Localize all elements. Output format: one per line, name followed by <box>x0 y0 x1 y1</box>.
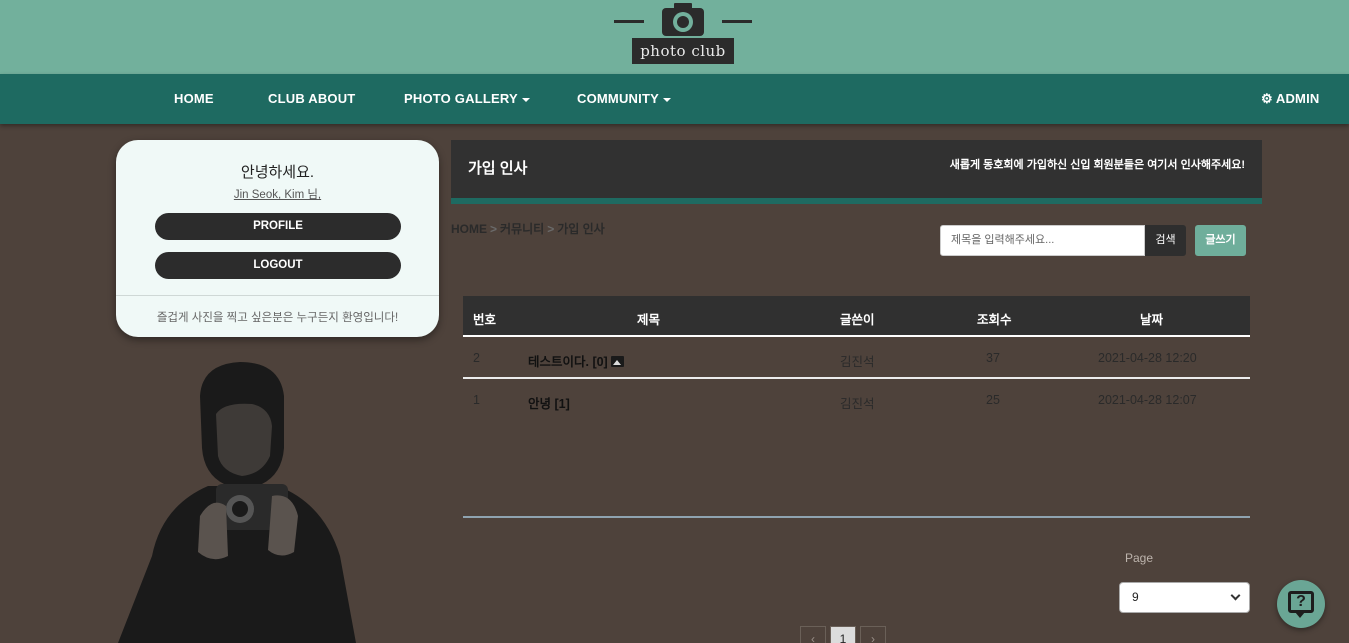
write-post-button[interactable]: 글쓰기 <box>1195 225 1246 256</box>
card-divider <box>116 295 439 296</box>
page-button-current[interactable]: 1 <box>830 626 856 643</box>
row-number: 1 <box>473 393 480 407</box>
row-date: 2021-04-28 12:07 <box>1098 393 1197 407</box>
page-header-underline <box>451 198 1262 204</box>
breadcrumb-home[interactable]: HOME <box>451 222 487 236</box>
chevron-right-icon: > <box>547 222 555 236</box>
photographer-illustration <box>118 362 356 643</box>
row-author: 김진석 <box>840 355 875 369</box>
page-size-select[interactable]: 9 <box>1119 582 1250 613</box>
prev-page-button[interactable]: ‹ <box>800 626 826 643</box>
caret-down-icon <box>662 97 671 102</box>
gear-icon: ⚙ <box>1261 91 1273 106</box>
row-views: 25 <box>986 393 1000 407</box>
nav-admin[interactable]: ⚙ ADMIN <box>1261 91 1319 107</box>
col-number: 번호 <box>473 313 497 327</box>
col-title: 제목 <box>637 313 661 327</box>
page-header: 가입 인사 새롭게 동호회에 가입하신 신입 회원분들은 여기서 인사해주세요! <box>451 140 1262 198</box>
help-chat-icon-tail <box>1295 612 1305 618</box>
image-icon <box>610 356 624 367</box>
nav-club-about[interactable]: CLUB ABOUT <box>268 91 355 106</box>
nav-community-label: COMMUNITY <box>577 91 659 106</box>
search-input[interactable]: 제목을 입력해주세요... <box>940 225 1145 256</box>
page-title: 가입 인사 <box>468 160 528 177</box>
main-nav: HOME CLUB ABOUT PHOTO GALLERY COMMUNITY … <box>0 74 1349 124</box>
page-description: 새롭게 동호회에 가입하신 신입 회원분들은 여기서 인사해주세요! <box>949 159 1245 171</box>
next-page-button[interactable]: › <box>860 626 886 643</box>
col-views: 조회수 <box>977 313 1012 327</box>
row-author: 김진석 <box>840 397 875 411</box>
logo-text: photo club <box>632 38 734 64</box>
col-author: 글쓴이 <box>840 313 875 327</box>
chevron-down-icon <box>1230 590 1241 601</box>
nav-home[interactable]: HOME <box>174 91 214 106</box>
page-size-value: 9 <box>1132 590 1139 604</box>
table-bottom-border <box>463 516 1250 518</box>
row-title-link[interactable]: 안녕 [1] <box>528 393 570 412</box>
page-size-label: Page <box>1125 551 1154 565</box>
row-title-link[interactable]: 테스트이다. [0] <box>528 351 624 370</box>
chevron-right-icon: > <box>490 222 498 236</box>
breadcrumb: HOME > 커뮤니티 > 가입 인사 <box>451 220 605 237</box>
search-button[interactable]: 검색 <box>1145 225 1186 256</box>
nav-admin-label: ADMIN <box>1275 91 1320 106</box>
help-chat-button[interactable]: ? <box>1277 580 1325 628</box>
user-name-link[interactable]: Jin Seok, Kim 님, <box>116 186 439 202</box>
camera-icon <box>614 3 752 36</box>
breadcrumb-community[interactable]: 커뮤니티 <box>500 222 544 236</box>
profile-button[interactable]: PROFILE <box>155 213 401 240</box>
caret-down-icon <box>521 97 530 102</box>
breadcrumb-current: 가입 인사 <box>557 222 605 236</box>
row-number: 2 <box>473 351 480 365</box>
logout-button[interactable]: LOGOUT <box>155 252 401 279</box>
table-header: 번호 제목 글쓴이 조회수 날짜 <box>463 296 1250 337</box>
row-views: 37 <box>986 351 1000 365</box>
welcome-message: 즐겁게 사진을 찍고 싶은분은 누구든지 환영입니다! <box>156 312 399 324</box>
profile-card: 안녕하세요. Jin Seok, Kim 님, PROFILE LOGOUT 즐… <box>116 140 439 337</box>
row-title: 테스트이다. [0] <box>528 355 608 369</box>
top-banner: photo club <box>0 0 1349 74</box>
nav-photo-gallery-label: PHOTO GALLERY <box>404 91 518 106</box>
help-chat-icon: ? <box>1288 591 1314 613</box>
greeting: 안녕하세요. <box>240 164 315 181</box>
row-date: 2021-04-28 12:20 <box>1098 351 1197 365</box>
table-row[interactable]: 1 안녕 [1] 김진석 25 2021-04-28 12:07 <box>463 380 1250 421</box>
nav-photo-gallery[interactable]: PHOTO GALLERY <box>404 91 530 106</box>
site-logo[interactable]: photo club <box>612 2 754 66</box>
col-date: 날짜 <box>1140 313 1164 327</box>
table-row[interactable]: 2 테스트이다. [0] 김진석 37 2021-04-28 12:20 <box>463 338 1250 379</box>
nav-community[interactable]: COMMUNITY <box>577 91 671 106</box>
row-title: 안녕 [1] <box>528 397 570 411</box>
